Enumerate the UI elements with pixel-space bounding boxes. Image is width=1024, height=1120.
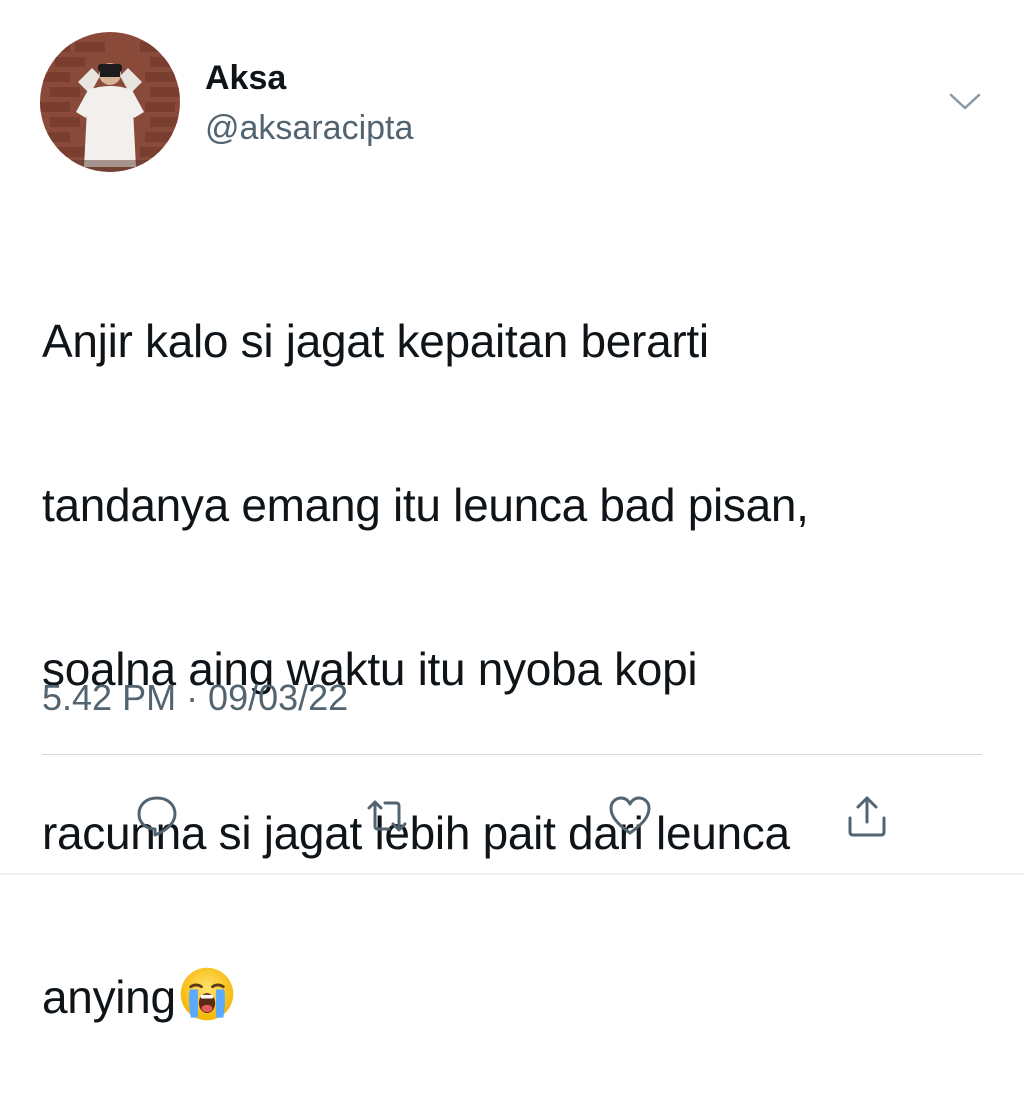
- avatar-image: [40, 32, 180, 172]
- tweet-text-line: Anjir kalo si jagat kepaitan berarti: [42, 315, 709, 367]
- like-button[interactable]: [602, 788, 658, 844]
- comment-icon: [137, 796, 177, 837]
- user-handle[interactable]: @aksaracipta: [205, 108, 413, 148]
- retweet-button[interactable]: [359, 788, 415, 844]
- tweet-text: Anjir kalo si jagat kepaitan berarti tan…: [42, 218, 1002, 1120]
- heart-icon: [609, 796, 651, 835]
- reply-button[interactable]: [129, 788, 185, 844]
- retweet-icon: [367, 800, 407, 832]
- tweet-text-line: tandanya emang itu leunca bad pisan,: [42, 479, 809, 531]
- tweet-timestamp[interactable]: 5.42 PM · 09/03/22: [42, 676, 348, 720]
- avatar[interactable]: [40, 32, 180, 172]
- divider: [42, 754, 982, 755]
- share-icon: [848, 796, 886, 837]
- display-name[interactable]: Aksa: [205, 58, 286, 98]
- loudly-crying-face-icon: [178, 965, 236, 1023]
- share-button[interactable]: [839, 788, 895, 844]
- more-options-button[interactable]: [942, 84, 988, 120]
- tweet-text-fragment: anying: [42, 971, 176, 1023]
- chevron-down-icon: [949, 93, 981, 110]
- tweet-text-line-last: anying: [42, 956, 1002, 1038]
